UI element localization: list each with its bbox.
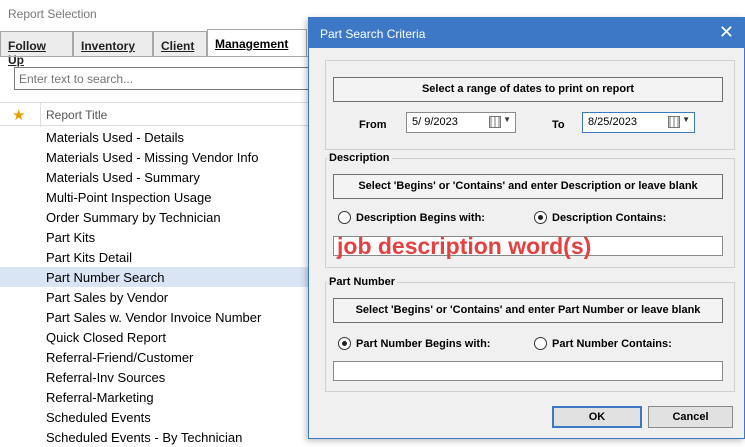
report-search-input[interactable] — [14, 67, 314, 90]
part-search-criteria-dialog: Part Search Criteria ✕ Select a range of… — [308, 17, 745, 439]
list-item[interactable]: Part Sales w. Vendor Invoice Number — [0, 307, 320, 327]
calendar-icon[interactable] — [489, 116, 501, 128]
description-heading: Select 'Begins' or 'Contains' and enter … — [333, 174, 723, 199]
list-item-selected[interactable]: Part Number Search — [0, 267, 320, 287]
description-begins-radio[interactable] — [338, 211, 351, 224]
part-number-contains-label[interactable]: Part Number Contains: — [552, 338, 672, 350]
list-item[interactable]: Part Kits — [0, 227, 320, 247]
part-number-group-label: Part Number — [327, 276, 398, 288]
report-list: Materials Used - Details Materials Used … — [0, 127, 320, 445]
ok-button[interactable]: OK — [552, 406, 642, 428]
annotation-text: job description word(s) — [337, 233, 592, 259]
calendar-icon[interactable] — [668, 116, 680, 128]
tab-management[interactable]: Management — [207, 29, 307, 57]
report-title-column-header[interactable]: Report Title — [46, 108, 107, 122]
from-date-value: 5/ 9/2023 — [412, 116, 458, 128]
list-item[interactable]: Part Kits Detail — [0, 247, 320, 267]
tab-inventory[interactable]: Inventory — [73, 31, 153, 56]
list-item[interactable]: Scheduled Events - By Technician — [0, 427, 320, 447]
dialog-title: Part Search Criteria — [320, 27, 426, 41]
tab-follow-up[interactable]: Follow Up — [0, 31, 73, 67]
list-item[interactable]: Referral-Marketing — [0, 387, 320, 407]
description-group-label: Description — [327, 152, 392, 164]
from-label: From — [359, 119, 387, 131]
list-item[interactable]: Scheduled Events — [0, 407, 320, 427]
description-contains-label[interactable]: Description Contains: — [552, 212, 666, 224]
part-number-begins-label[interactable]: Part Number Begins with: — [356, 338, 490, 350]
part-number-begins-radio[interactable] — [338, 337, 351, 350]
part-number-panel: Select 'Begins' or 'Contains' and enter … — [325, 282, 735, 392]
list-item[interactable]: Referral-Friend/Customer — [0, 347, 320, 367]
date-range-heading: Select a range of dates to print on repo… — [333, 77, 723, 102]
date-range-panel: Select a range of dates to print on repo… — [325, 60, 735, 150]
dialog-titlebar: Part Search Criteria ✕ — [309, 18, 744, 48]
to-date-value: 8/25/2023 — [588, 116, 637, 128]
chevron-down-icon[interactable]: ▼ — [682, 115, 690, 124]
chevron-down-icon[interactable]: ▼ — [503, 115, 511, 124]
tab-client[interactable]: Client — [153, 31, 207, 56]
list-item[interactable]: Materials Used - Summary — [0, 167, 320, 187]
list-item[interactable]: Referral-Inv Sources — [0, 367, 320, 387]
part-number-heading: Select 'Begins' or 'Contains' and enter … — [333, 298, 723, 323]
list-item[interactable]: Order Summary by Technician — [0, 207, 320, 227]
part-number-input[interactable] — [333, 361, 723, 381]
description-begins-label[interactable]: Description Begins with: — [356, 212, 485, 224]
to-label: To — [552, 119, 565, 131]
report-selection-title: Report Selection — [8, 7, 97, 21]
list-item[interactable]: Multi-Point Inspection Usage — [0, 187, 320, 207]
part-number-contains-radio[interactable] — [534, 337, 547, 350]
list-item[interactable]: Materials Used - Missing Vendor Info — [0, 147, 320, 167]
favorite-star-icon[interactable]: ★ — [12, 106, 25, 124]
list-item[interactable]: Materials Used - Details — [0, 127, 320, 147]
from-date-picker[interactable]: 5/ 9/2023 ▼ — [406, 112, 516, 133]
close-icon[interactable]: ✕ — [719, 23, 734, 41]
list-item[interactable]: Part Sales by Vendor — [0, 287, 320, 307]
list-item[interactable]: Quick Closed Report — [0, 327, 320, 347]
to-date-picker[interactable]: 8/25/2023 ▼ — [582, 112, 695, 133]
column-divider — [40, 103, 41, 127]
cancel-button[interactable]: Cancel — [648, 406, 733, 428]
description-contains-radio[interactable] — [534, 211, 547, 224]
description-panel: Select 'Begins' or 'Contains' and enter … — [325, 158, 735, 268]
